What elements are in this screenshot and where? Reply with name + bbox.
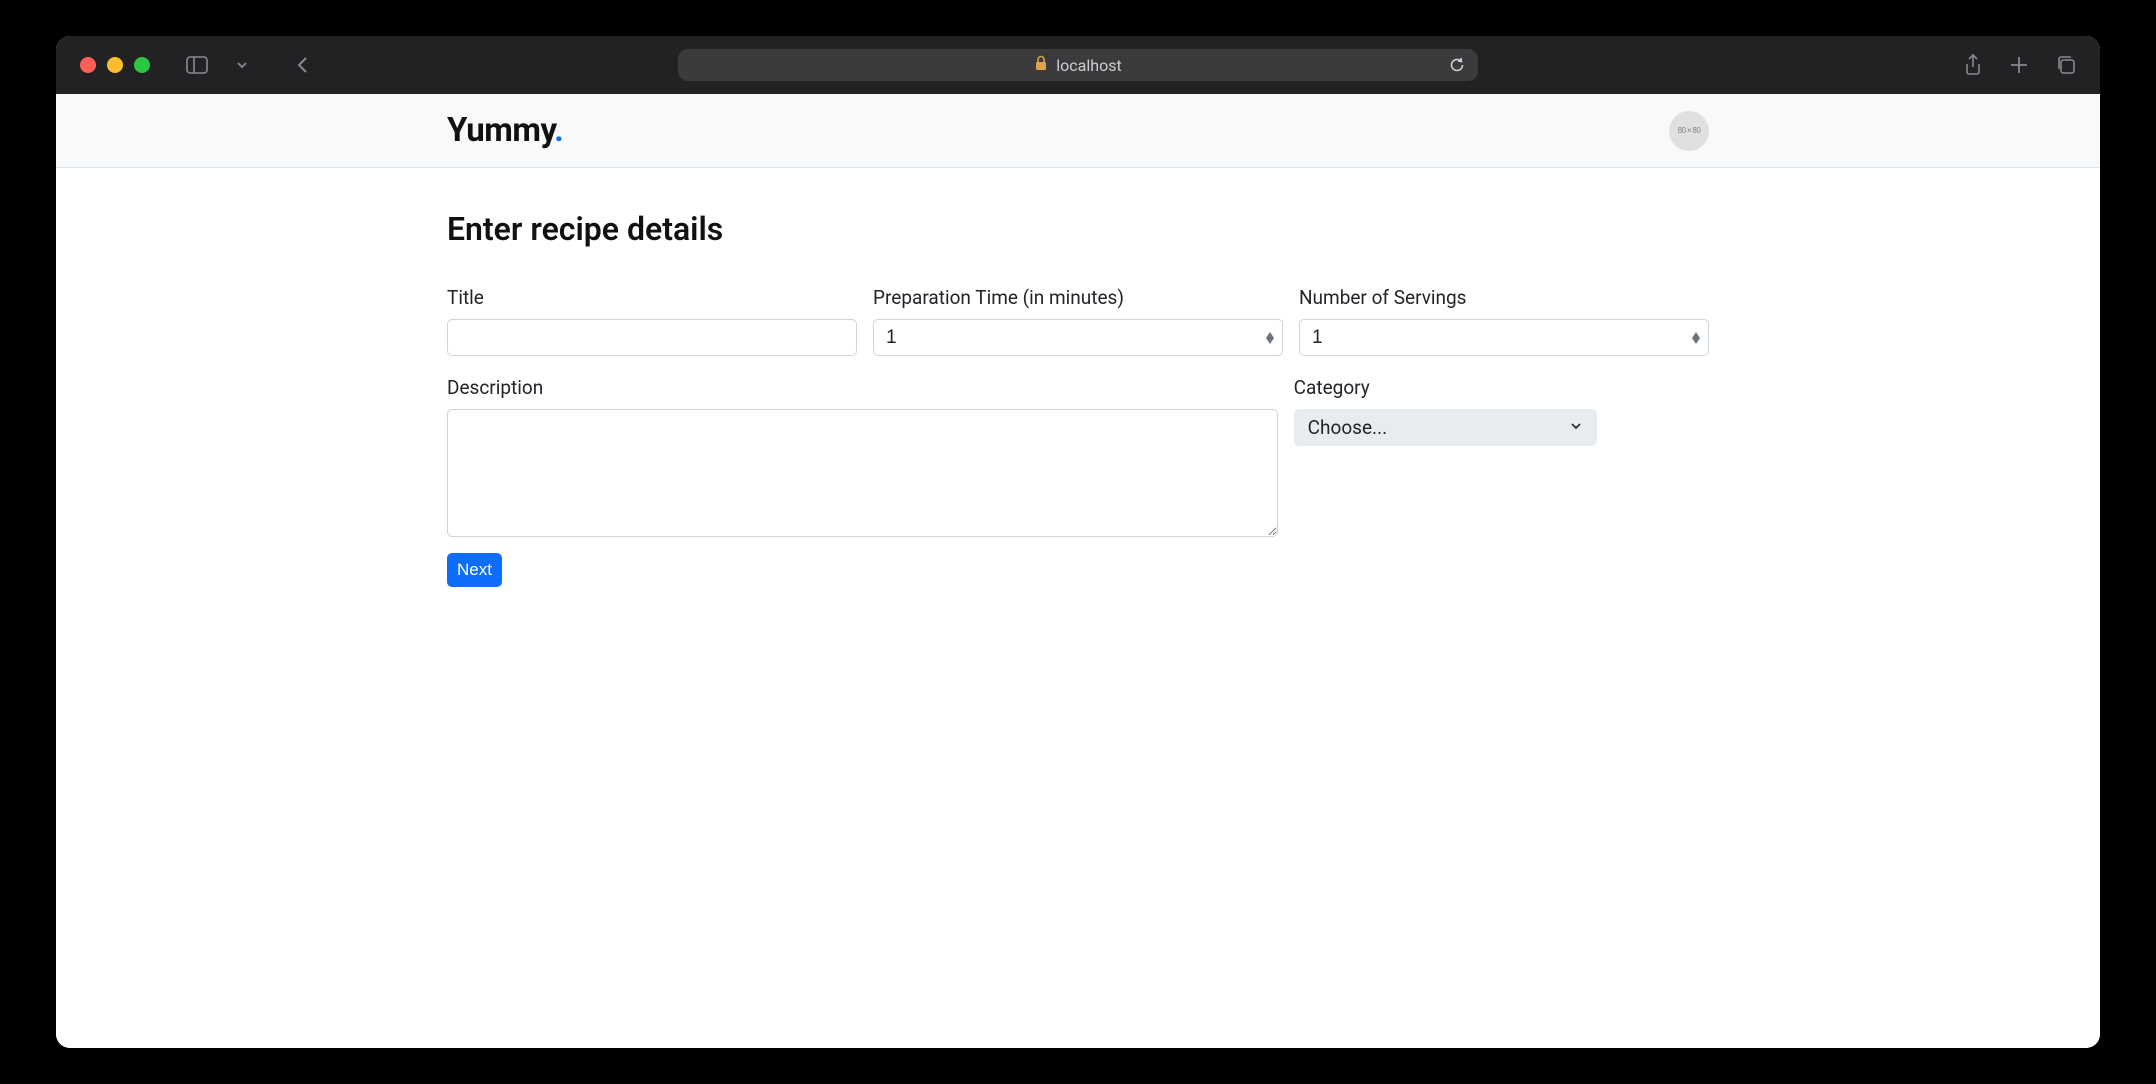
category-select-text: Choose...	[1308, 416, 1387, 439]
share-icon[interactable]	[1964, 54, 1982, 76]
close-window-button[interactable]	[80, 57, 96, 73]
form-row-2: Description Category Choose...	[447, 376, 1709, 537]
maximize-window-button[interactable]	[134, 57, 150, 73]
sidebar-toggle-icon[interactable]	[186, 56, 208, 74]
page-title: Enter recipe details	[447, 210, 1709, 248]
brand-text: Yummy	[447, 111, 554, 150]
prep-time-input[interactable]	[873, 319, 1283, 356]
prep-time-label: Preparation Time (in minutes)	[873, 286, 1283, 309]
new-tab-icon[interactable]	[2010, 56, 2028, 74]
form-group-description: Description	[447, 376, 1278, 537]
form-group-servings: Number of Servings	[1299, 286, 1709, 356]
browser-window: localhost Yummy. 80 × 80	[56, 36, 2100, 1048]
description-textarea[interactable]	[447, 409, 1278, 537]
url-text: localhost	[1056, 56, 1121, 75]
form-group-title: Title	[447, 286, 857, 356]
form-group-category: Category Choose...	[1294, 376, 1709, 537]
minimize-window-button[interactable]	[107, 57, 123, 73]
brand-dot: .	[554, 111, 563, 150]
title-input[interactable]	[447, 319, 857, 356]
next-button[interactable]: Next	[447, 553, 502, 587]
refresh-icon[interactable]	[1448, 56, 1466, 74]
avatar-placeholder: 80 × 80	[1678, 126, 1701, 135]
servings-label: Number of Servings	[1299, 286, 1709, 309]
form-row-1: Title Preparation Time (in minutes) Numb…	[447, 286, 1709, 356]
form-group-prep-time: Preparation Time (in minutes)	[873, 286, 1283, 356]
app-header: Yummy. 80 × 80	[56, 94, 2100, 168]
avatar[interactable]: 80 × 80	[1669, 111, 1709, 151]
traffic-lights	[80, 57, 150, 73]
title-label: Title	[447, 286, 857, 309]
servings-input[interactable]	[1299, 319, 1709, 356]
address-bar[interactable]: localhost	[678, 49, 1478, 81]
description-label: Description	[447, 376, 1278, 399]
browser-titlebar: localhost	[56, 36, 2100, 94]
main-container: Enter recipe details Title Preparation T…	[447, 168, 1709, 587]
category-select[interactable]: Choose...	[1294, 409, 1597, 446]
back-icon[interactable]	[296, 56, 310, 74]
chevron-down-icon	[1569, 418, 1583, 437]
brand[interactable]: Yummy.	[447, 111, 563, 150]
app-viewport: Yummy. 80 × 80 Enter recipe details Titl…	[56, 94, 2100, 1048]
tabs-icon[interactable]	[2056, 55, 2076, 75]
lock-icon	[1034, 55, 1048, 75]
category-label: Category	[1294, 376, 1709, 399]
chevron-down-icon[interactable]	[236, 59, 248, 71]
